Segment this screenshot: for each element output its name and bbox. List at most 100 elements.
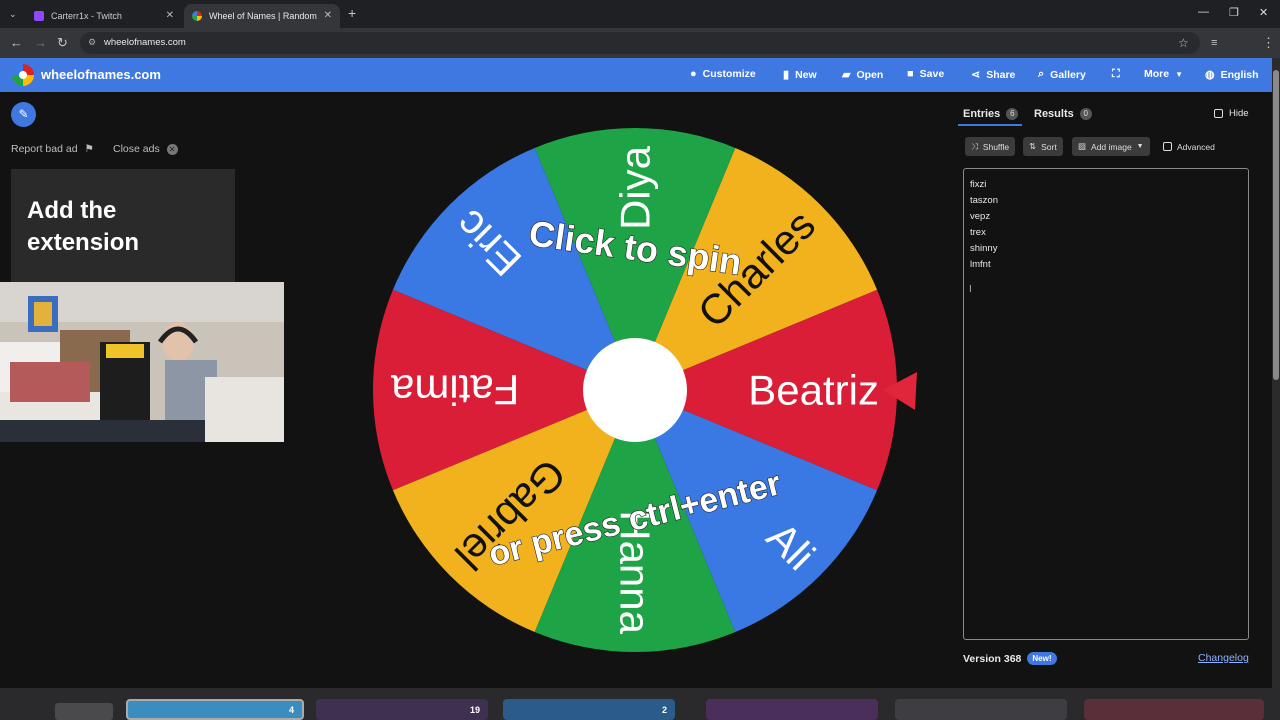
wheel-logo-icon[interactable] xyxy=(12,64,34,86)
back-icon[interactable]: ← xyxy=(10,35,23,51)
report-bad-ad-link[interactable]: Report bad ad ⚑ xyxy=(11,143,94,155)
wheel-center-hub[interactable] xyxy=(583,338,687,442)
changelog-link[interactable]: Changelog xyxy=(1198,652,1249,664)
shuffle-button[interactable]: ⤨ Shuffle xyxy=(965,137,1016,156)
address-bar-row: ← → ↻ ⚙ wheelofnames.com ☆ ≡ C ⋮ xyxy=(0,28,1280,77)
restore-icon[interactable]: ❐ xyxy=(1229,6,1239,19)
wheel-segment-label: Fatima xyxy=(390,367,519,414)
window-close-icon[interactable]: ✕ xyxy=(1259,6,1268,19)
tab-results[interactable]: Results 0 xyxy=(1034,108,1092,120)
version-label: Version 368 xyxy=(963,652,1022,665)
bookmark-star-icon[interactable]: ☆ xyxy=(1178,35,1189,51)
hide-checkbox-box[interactable] xyxy=(1214,109,1223,118)
forward-icon[interactable]: → xyxy=(34,35,47,51)
entries-count-badge: 6 xyxy=(1006,108,1019,120)
advanced-label: Advanced xyxy=(1177,141,1215,152)
webcam-overlay xyxy=(0,282,284,442)
more-label: More xyxy=(1144,68,1170,80)
wheel[interactable]: BeatrizCharlesDiyaEricFatimaGabriel Hanna… xyxy=(360,112,930,672)
site-header: wheelofnames.com ● Customize ▮ New ▰ Ope… xyxy=(0,58,1272,92)
sort-label: Sort xyxy=(1041,141,1057,152)
add-image-button[interactable]: ▨ Add image ▼ xyxy=(1072,137,1150,156)
share-icon: ⋖ xyxy=(971,69,981,81)
close-circle-icon: ✕ xyxy=(166,144,178,155)
results-tab-label: Results xyxy=(1034,108,1074,120)
taskbar-thumb[interactable]: 2 xyxy=(503,699,675,720)
minimize-icon[interactable]: — xyxy=(1198,6,1209,18)
gallery-button[interactable]: ⌕ Gallery xyxy=(1038,68,1086,81)
results-count-badge: 0 xyxy=(1079,108,1092,120)
close-ads-link[interactable]: Close ads ✕ xyxy=(113,143,178,155)
fullscreen-button[interactable]: ⛶ xyxy=(1112,68,1120,81)
report-label: Report bad ad xyxy=(11,143,78,155)
hide-checkbox[interactable]: Hide xyxy=(1214,108,1249,119)
wheel-segment-label: Diya xyxy=(612,145,659,230)
entry-line: vepz xyxy=(970,211,991,222)
site-info-icon[interactable]: ⚙ xyxy=(88,37,96,48)
tab-entries[interactable]: Entries 6 xyxy=(963,108,1019,120)
entries-tab-label: Entries xyxy=(963,108,1001,120)
share-label: Share xyxy=(986,68,1016,81)
add-image-label: Add image xyxy=(1091,141,1132,152)
taskbar-count: 4 xyxy=(288,704,294,715)
scrollbar-thumb[interactable] xyxy=(1273,70,1279,380)
active-tab-underline xyxy=(958,124,1022,126)
taskbar-thumb[interactable] xyxy=(706,699,878,720)
close-icon[interactable]: ✕ xyxy=(166,10,174,21)
language-label: English xyxy=(1220,68,1259,81)
chevron-down-icon: ▼ xyxy=(1136,143,1144,150)
folder-icon: ▰ xyxy=(842,69,851,81)
customize-button[interactable]: ● Customize xyxy=(690,68,756,80)
new-button[interactable]: ▮ New xyxy=(783,68,817,82)
new-label: New xyxy=(795,68,817,81)
open-button[interactable]: ▰ Open xyxy=(842,68,884,82)
taskbar-thumb[interactable] xyxy=(55,703,113,720)
entry-line: fixzi xyxy=(970,179,987,190)
sort-button[interactable]: ⇅ Sort xyxy=(1023,137,1063,156)
more-button[interactable]: More ▼ xyxy=(1144,68,1183,80)
taskbar-thumb[interactable]: 4 xyxy=(126,699,304,720)
advanced-checkbox-box[interactable] xyxy=(1163,142,1172,151)
taskbar-thumb[interactable]: 19 xyxy=(316,699,488,720)
edit-pencil-button[interactable]: ✎ xyxy=(11,102,36,127)
file-icon: ▮ xyxy=(783,69,790,81)
share-button[interactable]: ⋖ Share xyxy=(971,68,1016,82)
url-field[interactable]: ⚙ wheelofnames.com xyxy=(80,32,1200,54)
close-icon[interactable]: ✕ xyxy=(324,10,332,21)
wheel-segment-label: Beatriz xyxy=(748,367,879,414)
entries-textarea[interactable]: fixzi taszon vepz trex shinny lmfnt xyxy=(963,168,1249,640)
open-label: Open xyxy=(856,68,884,81)
save-button[interactable]: ■ Save xyxy=(907,68,944,80)
media-icon[interactable]: ≡ xyxy=(1211,35,1217,51)
entry-line: lmfnt xyxy=(970,259,991,270)
browser-menu-icon[interactable]: ⋮ xyxy=(1262,35,1275,51)
wheel-icon xyxy=(192,11,202,21)
new-tab-icon[interactable]: + xyxy=(348,5,356,21)
taskbar-thumb[interactable] xyxy=(895,699,1067,720)
taskbar-thumb[interactable] xyxy=(1084,699,1264,720)
palette-icon: ● xyxy=(690,68,697,80)
taskbar-count: 19 xyxy=(469,704,480,715)
save-label: Save xyxy=(919,68,945,80)
entry-line: trex xyxy=(970,227,986,238)
twitch-icon xyxy=(34,11,44,21)
chevron-down-icon: ▼ xyxy=(1175,69,1184,79)
hide-label: Hide xyxy=(1229,108,1249,119)
shuffle-label: Shuffle xyxy=(982,141,1010,152)
site-name[interactable]: wheelofnames.com xyxy=(41,67,161,82)
pencil-icon: ✎ xyxy=(18,107,29,121)
new-badge: New! xyxy=(1027,652,1057,665)
browser-tab-wheel[interactable]: Wheel of Names | Random nam ✕ xyxy=(184,4,340,28)
text-cursor-icon: I xyxy=(969,284,972,295)
browser-tab-twitch[interactable]: Carterr1x - Twitch ✕ xyxy=(26,4,182,28)
close-ads-label: Close ads xyxy=(113,143,160,155)
language-button[interactable]: ◍ English xyxy=(1205,68,1259,82)
reload-icon[interactable]: ↻ xyxy=(57,35,68,51)
tab-title: Carterr1x - Twitch xyxy=(51,11,122,21)
advanced-checkbox[interactable]: Advanced xyxy=(1157,137,1221,156)
tab-title: Wheel of Names | Random nam xyxy=(209,11,319,21)
search-icon: ⌕ xyxy=(1038,68,1045,80)
tab-search-icon[interactable]: ⌄ xyxy=(9,6,17,22)
sort-icon: ⇅ xyxy=(1029,141,1037,151)
webcam-scene xyxy=(0,282,284,442)
